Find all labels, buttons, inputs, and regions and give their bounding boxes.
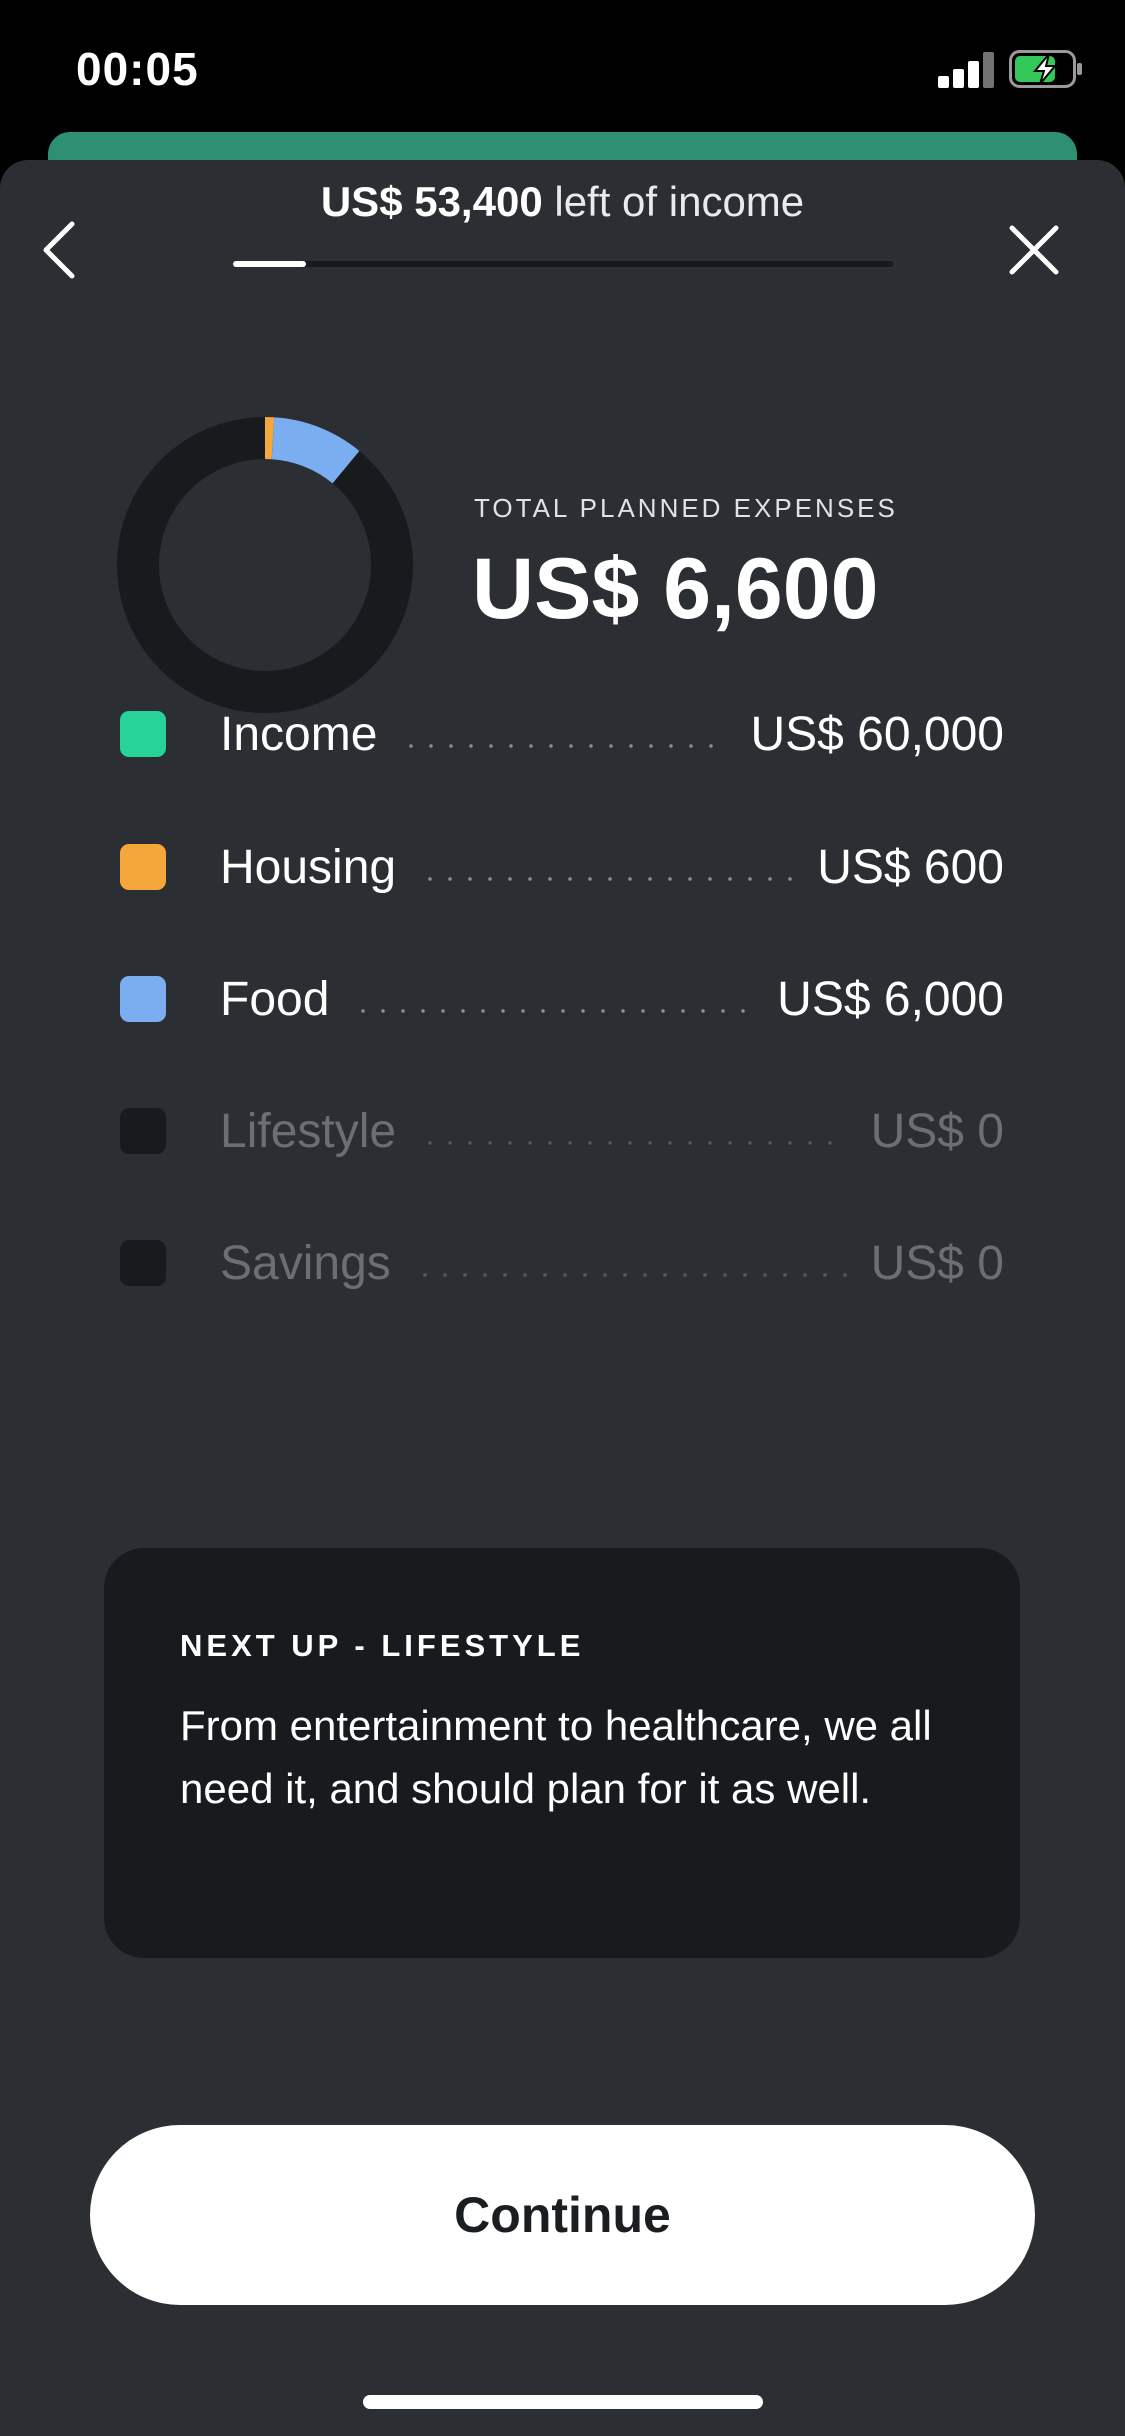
amount-left: US$ 53,400 [320, 178, 543, 225]
legend-swatch-savings [120, 1240, 166, 1286]
legend-swatch-lifestyle [120, 1108, 166, 1154]
battery-charging-icon [1009, 50, 1082, 88]
legend-value: US$ 6,000 [777, 972, 1004, 1026]
total-planned-value: US$ 6,600 [472, 541, 879, 637]
legend-swatch-housing [120, 844, 166, 890]
leader-dots [420, 1141, 847, 1145]
budget-sheet: US$ 53,400 left of income TOTAL PLANNED … [0, 160, 1125, 2436]
legend-value: US$ 0 [870, 1236, 1004, 1290]
legend-label: Housing [220, 840, 397, 894]
cellular-signal-icon [938, 52, 998, 88]
legend-label: Lifestyle [220, 1104, 397, 1158]
legend-label: Income [220, 707, 378, 761]
next-up-body: From entertainment to healthcare, we all… [180, 1702, 932, 1812]
status-time: 00:05 [76, 43, 199, 95]
home-indicator [363, 2395, 763, 2409]
legend-row-housing: Housing US$ 600 [120, 837, 1004, 897]
leader-dots [401, 744, 727, 748]
expenses-donut-chart [117, 417, 413, 713]
legend-swatch-food [120, 976, 166, 1022]
legend-row-savings: Savings US$ 0 [120, 1233, 1004, 1293]
legend-row-food: Food US$ 6,000 [120, 969, 1004, 1029]
legend-row-lifestyle: Lifestyle US$ 0 [120, 1101, 1004, 1161]
next-up-title: NEXT UP - LIFESTYLE [180, 1628, 585, 1663]
legend-swatch-income [120, 711, 166, 757]
total-planned-label: TOTAL PLANNED EXPENSES [474, 493, 898, 523]
leader-dots [414, 1273, 847, 1277]
legend-value: US$ 600 [817, 840, 1004, 894]
donut-slice-food [270, 417, 360, 484]
donut-track [117, 417, 413, 713]
legend-label: Savings [220, 1236, 391, 1290]
income-left-title: US$ 53,400 left of income [0, 178, 1125, 226]
legend-value: US$ 60,000 [750, 707, 1004, 761]
leader-dots [353, 1009, 754, 1013]
legend-row-income: Income US$ 60,000 [120, 704, 1004, 764]
continue-button[interactable]: Continue [90, 2125, 1035, 2305]
status-bar: 00:05 [0, 0, 1125, 140]
legend-value: US$ 0 [870, 1104, 1004, 1158]
progress-track [233, 261, 893, 267]
legend-label: Food [220, 972, 330, 1026]
next-up-card: NEXT UP - LIFESTYLE From entertainment t… [104, 1548, 1020, 1958]
progress-fill [233, 261, 306, 267]
amount-left-suffix: left of income [542, 178, 805, 225]
leader-dots [420, 877, 794, 881]
